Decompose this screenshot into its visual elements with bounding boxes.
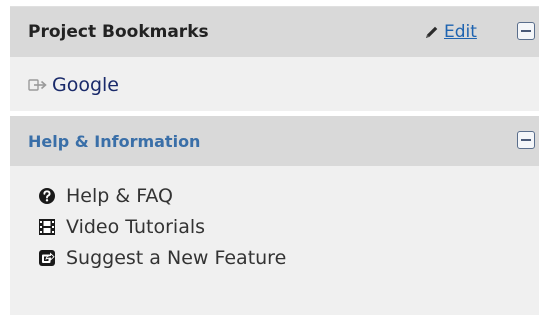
project-bookmarks-header: Project Bookmarks Edit bbox=[10, 7, 539, 57]
page: Project Bookmarks Edit Google Help & Inf… bbox=[0, 0, 539, 315]
collapse-help-button[interactable] bbox=[517, 131, 535, 149]
video-tutorials-label: Video Tutorials bbox=[66, 215, 206, 238]
suggest-feature-link[interactable]: Suggest a New Feature bbox=[38, 244, 286, 271]
question-circle-icon bbox=[39, 187, 55, 204]
film-icon bbox=[39, 218, 55, 235]
bookmark-link-google[interactable]: Google bbox=[28, 72, 119, 98]
pencil-icon bbox=[426, 26, 438, 38]
project-bookmarks-panel: Project Bookmarks Edit Google bbox=[10, 6, 539, 111]
bookmark-label: Google bbox=[52, 74, 120, 96]
collapse-bookmarks-button[interactable] bbox=[517, 22, 535, 40]
suggest-feature-label: Suggest a New Feature bbox=[66, 246, 287, 269]
project-bookmarks-title: Project Bookmarks bbox=[28, 22, 209, 42]
video-tutorials-link[interactable]: Video Tutorials bbox=[38, 213, 286, 240]
edit-bookmarks-link[interactable]: Edit bbox=[423, 20, 477, 44]
help-information-title: Help & Information bbox=[28, 132, 201, 151]
external-link-arrow-icon bbox=[28, 79, 47, 91]
help-information-panel: Help & Information Help & FAQ Video Tuto… bbox=[10, 116, 539, 315]
edit-label: Edit bbox=[444, 22, 477, 42]
help-faq-label: Help & FAQ bbox=[66, 184, 174, 207]
share-square-icon bbox=[39, 249, 55, 266]
help-links-list: Help & FAQ Video Tutorials Suggest a New… bbox=[38, 182, 286, 275]
help-information-header: Help & Information bbox=[10, 116, 539, 166]
help-faq-link[interactable]: Help & FAQ bbox=[38, 182, 286, 209]
